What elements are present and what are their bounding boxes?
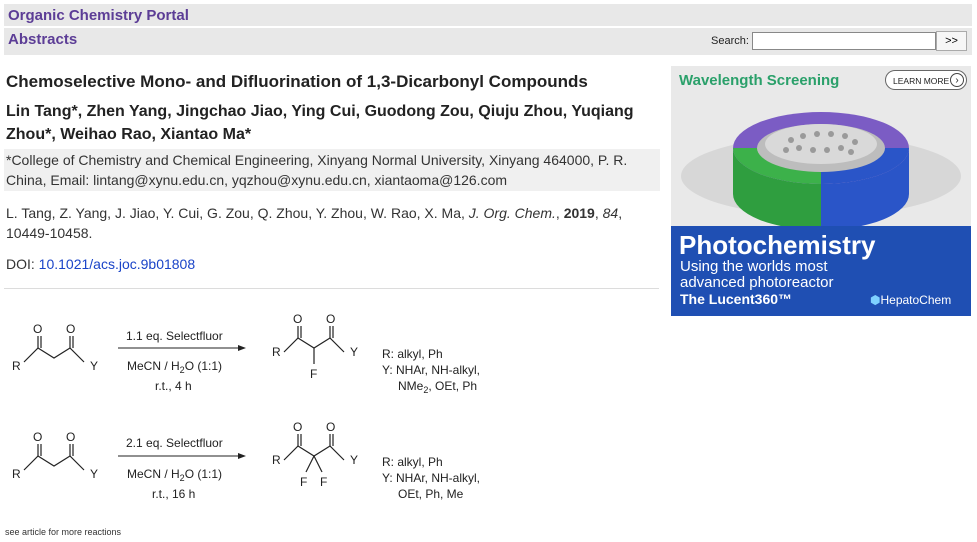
reaction-2-reagent: 2.1 eq. Selectfluor <box>126 436 223 450</box>
reaction-1-scope-y-cont: NMe2, OEt, Ph <box>398 379 477 395</box>
search-label: Search: <box>711 35 749 47</box>
reaction-1: O O R Y 1.1 eq. Selectfluor MeCN / H2O (… <box>12 312 480 395</box>
portal-header-bar: Organic Chemistry Portal <box>4 4 972 26</box>
ad-brand-logo: ⬢HepatoChem <box>870 293 951 307</box>
product-1-y-group: Y <box>350 345 358 359</box>
ad-brand-name: HepatoChem <box>880 293 952 307</box>
product-2-r-group: R <box>272 453 281 467</box>
reaction-2: O O R Y 2.1 eq. Selectfluor MeCN / H2O (… <box>12 420 480 501</box>
reaction-1-reagent: 1.1 eq. Selectfluor <box>126 329 223 343</box>
reactant-2-structure <box>23 444 85 471</box>
product-2-fluorine-a: F <box>300 475 307 489</box>
product-2-structure <box>283 434 345 473</box>
product-2-oxygen-a: O <box>293 420 302 434</box>
article-title: Chemoselective Mono- and Difluorination … <box>6 72 588 91</box>
reactant-2-oxygen-a: O <box>33 430 42 444</box>
ad-subline-1: Using the worlds most <box>680 258 828 275</box>
advertisement-banner[interactable]: Wavelength Screening LEARN MORE › Photoch… <box>671 66 971 316</box>
reactant-1-oxygen-a: O <box>33 322 42 336</box>
author-affiliation: *College of Chemistry and Chemical Engin… <box>4 149 660 191</box>
reaction-1-solvent: MeCN / H2O (1:1) <box>127 359 222 375</box>
ad-subline-2: advanced photoreactor <box>680 274 834 291</box>
reaction-2-conditions: r.t., 16 h <box>152 487 195 501</box>
product-1-r-group: R <box>272 345 281 359</box>
citation-volume: 84 <box>602 205 619 221</box>
doi-link[interactable]: 10.1021/acs.joc.9b01808 <box>39 256 195 272</box>
reactant-1-y-group: Y <box>90 359 98 373</box>
abstracts-link[interactable]: Abstracts <box>8 31 77 48</box>
reaction-2-solvent: MeCN / H2O (1:1) <box>127 467 222 483</box>
ad-photochemistry-text: Photochemistry <box>679 230 876 260</box>
ad-subline-3: The Lucent360™ <box>680 291 793 307</box>
product-1-oxygen-b: O <box>326 312 335 326</box>
product-1-oxygen-a: O <box>293 312 302 326</box>
product-2-fluorine-b: F <box>320 475 327 489</box>
doi-label: DOI: <box>6 256 39 272</box>
arrowhead-icon <box>238 453 246 459</box>
product-2-y-group: Y <box>350 453 358 467</box>
arrowhead-icon <box>238 345 246 351</box>
photoreactor-image <box>681 112 961 226</box>
reactant-2-oxygen-b: O <box>66 430 75 444</box>
reactant-1-oxygen-b: O <box>66 322 75 336</box>
reaction-1-scope-r: R: alkyl, Ph <box>382 347 443 361</box>
reaction-2-scope-y: Y: NHAr, NH-alkyl, <box>382 471 480 485</box>
article-authors: Lin Tang*, Zhen Yang, Jingchao Jiao, Yin… <box>6 103 634 143</box>
citation: L. Tang, Z. Yang, J. Jiao, Y. Cui, G. Zo… <box>6 205 623 241</box>
reaction-scheme: O O R Y 1.1 eq. Selectfluor MeCN / H2O (… <box>12 312 480 501</box>
doi-line: DOI: 10.1021/acs.joc.9b01808 <box>6 256 195 272</box>
search-submit-button[interactable]: >> <box>936 31 967 51</box>
citation-journal: J. Org. Chem. <box>468 205 556 221</box>
more-reactions-note: see article for more reactions <box>5 527 122 537</box>
reactant-1-r-group: R <box>12 359 21 373</box>
reactant-1-structure <box>23 336 85 363</box>
citation-authors: L. Tang, Z. Yang, J. Jiao, Y. Cui, G. Zo… <box>6 205 469 221</box>
divider <box>4 288 659 289</box>
reaction-2-scope-r: R: alkyl, Ph <box>382 455 443 469</box>
reaction-1-conditions: r.t., 4 h <box>155 379 192 393</box>
search-input[interactable] <box>752 32 936 50</box>
product-1-fluorine: F <box>310 367 317 381</box>
citation-year: 2019 <box>563 205 595 221</box>
reaction-1-scope-y: Y: NHAr, NH-alkyl, <box>382 363 480 377</box>
product-2-oxygen-b: O <box>326 420 335 434</box>
reaction-2-scope-y-cont: OEt, Ph, Me <box>398 487 464 501</box>
portal-title-link[interactable]: Organic Chemistry Portal <box>8 7 189 24</box>
product-1-structure <box>283 326 345 364</box>
hepatochem-logo-icon: ⬢ <box>870 293 881 307</box>
reactant-2-y-group: Y <box>90 467 98 481</box>
reactant-2-r-group: R <box>12 467 21 481</box>
